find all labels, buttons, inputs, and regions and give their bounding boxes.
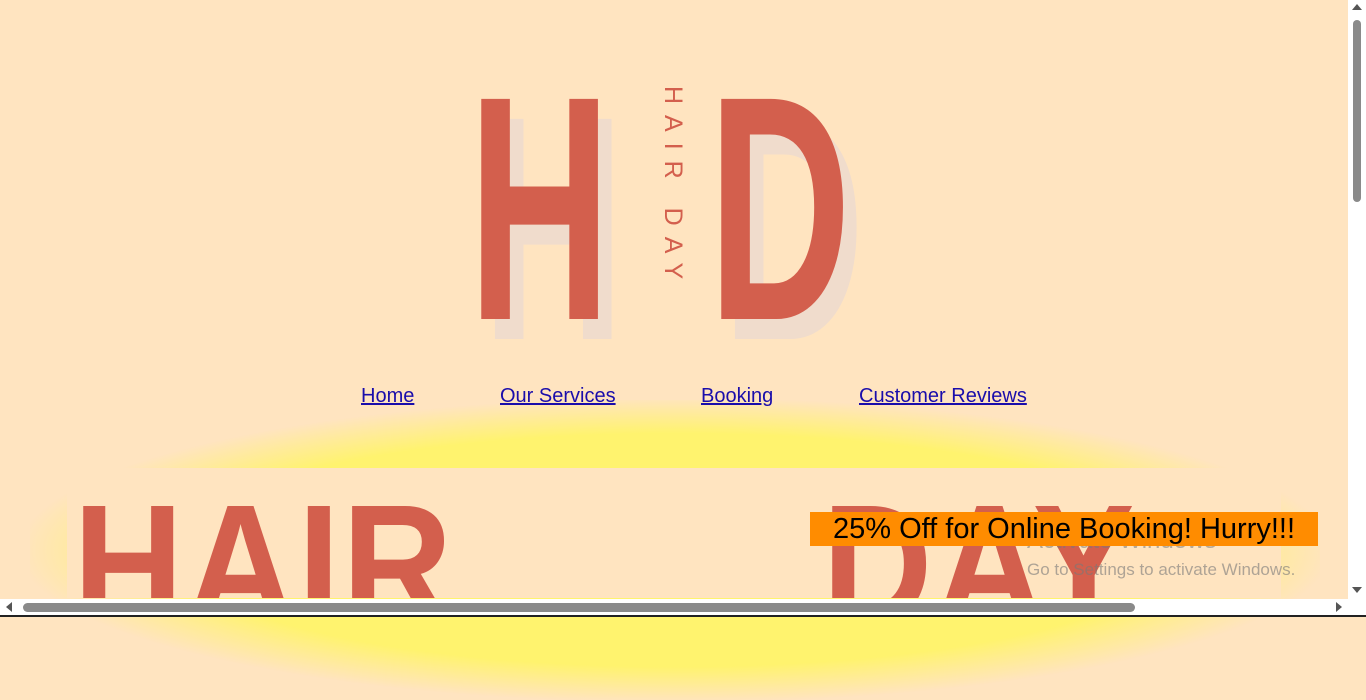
nav-link-booking[interactable]: Booking	[701, 385, 773, 408]
vertical-scrollbar[interactable]	[1348, 0, 1366, 599]
hero-word-hair: HAIR	[73, 470, 455, 598]
logo-letter-d: D	[708, 29, 852, 387]
horizontal-scrollbar[interactable]	[0, 599, 1348, 615]
scroll-left-arrow-icon[interactable]	[6, 602, 12, 612]
activate-windows-subtitle: Go to Settings to activate Windows.	[1027, 560, 1296, 579]
nav-link-customer-reviews[interactable]: Customer Reviews	[859, 385, 1027, 408]
vertical-scroll-thumb[interactable]	[1353, 20, 1361, 202]
horizontal-scroll-thumb[interactable]	[23, 603, 1135, 612]
scroll-right-arrow-icon[interactable]	[1336, 602, 1342, 612]
hair-day-logo: H HAIR DAY D	[468, 48, 880, 368]
scrollbar-corner	[1348, 599, 1366, 615]
scroll-up-arrow-icon[interactable]	[1352, 4, 1362, 10]
logo-letter-h: H	[468, 29, 612, 387]
nav-link-our-services[interactable]: Our Services	[500, 385, 616, 408]
main-navigation: Home Our Services Booking Customer Revie…	[0, 385, 1366, 411]
nav-link-home[interactable]: Home	[361, 385, 414, 408]
logo-vertical-text: HAIR DAY	[659, 86, 687, 291]
scroll-down-arrow-icon[interactable]	[1352, 587, 1362, 593]
promo-banner: 25% Off for Online Booking! Hurry!!!	[810, 512, 1318, 546]
